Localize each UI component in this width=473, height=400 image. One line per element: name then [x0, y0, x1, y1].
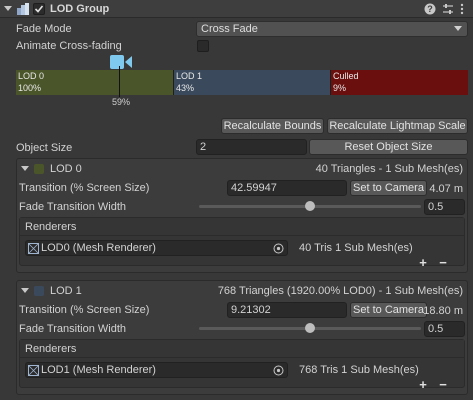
lod1-fade-width-field[interactable]: 0.5: [424, 321, 465, 337]
lod1-summary: 768 Triangles (1920.00% LOD0) - 1 Sub Me…: [217, 285, 463, 297]
lod-bar-segment-lod1-percent: 43%: [176, 83, 195, 93]
mesh-icon: [28, 243, 39, 254]
lod0-panel: LOD 0 40 Triangles - 1 Sub Mesh(es) Tran…: [16, 158, 468, 273]
lod1-transition-field[interactable]: 9.21302: [227, 302, 347, 318]
lod1-transition-label: Transition (% Screen Size): [19, 304, 150, 316]
camera-position-marker: [119, 66, 120, 97]
lod1-renderers-list: Renderers LOD1 (Mesh Renderer) 768 Tris …: [19, 339, 465, 388]
reset-object-size-button[interactable]: Reset Object Size: [309, 139, 468, 155]
fade-mode-dropdown[interactable]: Cross Fade: [196, 21, 468, 37]
object-size-field[interactable]: 2: [196, 139, 307, 155]
lod0-fade-width-label: Fade Transition Width: [19, 201, 126, 213]
lod1-renderer-name: LOD1 (Mesh Renderer): [41, 364, 156, 376]
lod1-add-renderer-button[interactable]: +: [413, 378, 433, 392]
lod0-set-to-camera-button[interactable]: Set to Camera: [350, 180, 427, 196]
kebab-icon[interactable]: [459, 3, 465, 15]
component-enabled-checkbox[interactable]: [33, 3, 45, 15]
fade-mode-value: Cross Fade: [201, 23, 258, 35]
lod0-renderer-info: 40 Tris 1 Sub Mesh(es): [299, 242, 413, 254]
camera-icon[interactable]: [109, 54, 133, 70]
lod-bar-segment-lod1[interactable]: LOD 1 43%: [174, 70, 331, 95]
lod1-fade-width-label: Fade Transition Width: [19, 323, 126, 335]
lod-bar-segment-lod0-percent: 100%: [18, 83, 42, 93]
chevron-down-icon: [454, 26, 462, 32]
fade-mode-label: Fade Mode: [16, 23, 72, 35]
lod1-distance: 18.80 m: [423, 305, 463, 317]
animate-cross-fading-label: Animate Cross-fading: [16, 40, 122, 52]
animate-cross-fading-checkbox[interactable]: [197, 40, 209, 52]
lod1-fade-width-slider-knob[interactable]: [305, 323, 315, 333]
lod0-transition-label: Transition (% Screen Size): [19, 182, 150, 194]
camera-position-percent: 59%: [112, 97, 131, 107]
lod0-renderers-label: Renderers: [25, 221, 77, 233]
mesh-icon: [28, 365, 39, 376]
lod1-renderer-info: 768 Tris 1 Sub Mesh(es): [299, 364, 419, 376]
lod0-renderer-name: LOD0 (Mesh Renderer): [41, 242, 156, 254]
recalculate-bounds-button[interactable]: Recalculate Bounds: [221, 118, 324, 134]
lod-bar-segment-culled-percent: 9%: [333, 83, 347, 93]
lod0-renderers-header: Renderers: [20, 218, 464, 236]
lod0-transition-field[interactable]: 42.59947: [227, 180, 347, 196]
lod0-title: LOD 0: [50, 163, 82, 175]
lod-group-icon: [16, 2, 30, 16]
lod0-summary: 40 Triangles - 1 Sub Mesh(es): [315, 163, 463, 175]
lod1-panel: LOD 1 768 Triangles (1920.00% LOD0) - 1 …: [16, 280, 468, 395]
lod-bar-segment-lod1-name: LOD 1: [176, 71, 203, 81]
lod0-renderer-object-field[interactable]: LOD0 (Mesh Renderer): [25, 240, 288, 256]
help-icon[interactable]: ?: [424, 3, 436, 15]
lod0-distance: 4.07 m: [429, 183, 463, 195]
lod0-remove-renderer-button[interactable]: −: [433, 256, 453, 270]
lod1-renderers-label: Renderers: [25, 343, 77, 355]
lod1-renderer-object-field[interactable]: LOD1 (Mesh Renderer): [25, 362, 288, 378]
recalculate-lightmap-scale-button[interactable]: Recalculate Lightmap Scale: [327, 118, 468, 134]
lod-bar[interactable]: LOD 0 100% LOD 1 43% Culled 9%: [16, 66, 468, 97]
object-picker-icon[interactable]: [273, 365, 284, 376]
foldout-triangle-down-icon[interactable]: [3, 3, 13, 15]
lod1-remove-renderer-button[interactable]: −: [433, 378, 453, 392]
lod1-set-to-camera-button[interactable]: Set to Camera: [350, 302, 427, 318]
svg-text:?: ?: [427, 4, 433, 14]
lod1-title: LOD 1: [50, 285, 82, 297]
sliders-icon[interactable]: [442, 3, 454, 15]
lod-bar-segment-lod0-name: LOD 0: [18, 71, 45, 81]
object-picker-icon[interactable]: [273, 243, 284, 254]
lod-bar-segment-culled-name: Culled: [333, 71, 359, 81]
lod1-foldout-triangle-down-icon[interactable]: [21, 287, 29, 295]
lod0-fade-width-slider-knob[interactable]: [305, 201, 315, 211]
lod-bar-segment-lod0[interactable]: LOD 0 100%: [16, 70, 174, 95]
component-title: LOD Group: [50, 3, 110, 15]
lod1-renderers-header: Renderers: [20, 340, 464, 358]
component-header: LOD Group ?: [0, 0, 473, 18]
lod0-color-swatch: [34, 164, 44, 174]
lod0-add-renderer-button[interactable]: +: [413, 256, 433, 270]
lod0-renderers-list: Renderers LOD0 (Mesh Renderer) 40 Tris 1…: [19, 217, 465, 266]
lod-bar-segment-culled[interactable]: Culled 9%: [331, 70, 468, 95]
lod0-foldout-triangle-down-icon[interactable]: [21, 165, 29, 173]
lod1-color-swatch: [34, 286, 44, 296]
lod0-fade-width-field[interactable]: 0.5: [424, 199, 465, 215]
object-size-label: Object Size: [16, 142, 73, 154]
